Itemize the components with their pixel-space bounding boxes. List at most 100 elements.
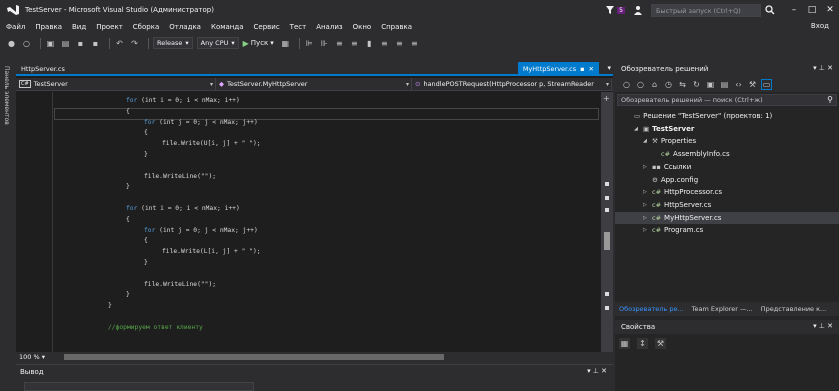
expand-arrow-icon[interactable]: ▷ [643,202,649,208]
solution-tree-item[interactable]: ▷ c# HttpProcessor.cs [643,186,722,198]
expand-arrow-icon[interactable]: ◢ [634,126,640,132]
menu-item[interactable]: Проект [96,23,123,31]
project-navigation-select[interactable]: C# TestServer ▾ [16,78,216,90]
bottom-tool-tab[interactable]: Обозреватель ре... [615,302,688,316]
menu-item[interactable]: Сервис [254,23,280,31]
start-button[interactable]: ▶ Пуск ▾ [243,39,274,48]
expand-arrow-icon[interactable]: ▷ [643,189,649,195]
categorized-icon[interactable]: ▦ [619,337,630,349]
collapse-all-icon[interactable]: ▣ [705,79,716,90]
expand-arrow-icon[interactable]: ▷ [643,164,649,170]
save-all-icon[interactable]: ▪ [90,38,101,49]
new-project-icon[interactable]: ▣ [45,38,56,49]
browser-link-icon[interactable]: ▦ [280,38,291,49]
step-over-icon[interactable]: ⊪ [319,38,330,49]
solution-tree-item[interactable]: ▷ c# MyHttpServer.cs [615,211,839,224]
solution-platform-select[interactable]: Any CPU ▾ [196,37,239,49]
toolbox-label[interactable]: Панель элементов [3,66,10,125]
forward-icon[interactable]: ○ [635,79,646,90]
menu-item[interactable]: Окно [353,23,372,31]
menu-item[interactable]: Сборка [133,23,159,31]
menu-item[interactable]: Отладка [169,23,201,31]
properties-controls[interactable]: ▾ ⊥ ✕ [813,322,833,330]
next-bookmark-icon[interactable]: ≡ [394,38,405,49]
menu-item[interactable]: Анализ [316,23,342,31]
quick-launch-input[interactable]: Быстрый запуск (Ctrl+Q) [651,3,761,17]
zoom-level-select[interactable]: 100 % ▾ [16,353,52,361]
toolbar-separator [109,37,110,49]
pin-icon[interactable]: ▪ [580,65,584,73]
bookmark-icon[interactable]: ▮ [364,38,375,49]
menu-item[interactable]: Справка [381,23,412,31]
solution-tree-item[interactable]: ▷ c# Program.cs [643,224,703,236]
code-text-area[interactable]: for (int i = 0; i < nMax; i++){for (int … [16,92,601,352]
solution-tree-item[interactable]: ▷ c# HttpServer.cs [643,199,711,211]
quick-launch-search-icon[interactable] [765,5,775,15]
solution-explorer-toolbar: ○ ○ ⌂ ◷ ⇆ ↻ ▣ ▤ ‹› ⚒ ▭ [615,76,839,92]
expand-arrow-icon[interactable]: ▷ [643,227,649,233]
output-source-select[interactable] [24,381,254,391]
sync-icon[interactable]: ⇆ [677,79,688,90]
property-pages-icon[interactable]: ⚒ [655,337,666,349]
solution-tree-item[interactable]: ◢ ⚒ Properties [643,135,696,147]
search-icon[interactable]: ⚲ [827,95,833,104]
back-navigate-icon[interactable]: ● [6,38,17,49]
member-navigation-select[interactable]: ⊙ handlePOSTRequest(HttpProcessor p, Str… [412,78,612,90]
alphabetical-icon[interactable]: ↕ [637,337,648,349]
expand-arrow-icon[interactable]: ◢ [643,138,649,144]
bottom-tool-tab[interactable]: Team Explorer —... [688,302,757,316]
chevron-down-icon: ▾ [209,80,213,88]
solution-search-input[interactable]: Обозреватель решений — поиск (Ctrl+ж) ⚲ [617,94,837,106]
prev-bookmark-icon[interactable]: ≡ [379,38,390,49]
type-navigation-select[interactable]: ◆ TestServer.MyHttpServer ▾ [216,78,412,90]
clear-bookmarks-icon[interactable]: ≡ [409,38,420,49]
output-panel-controls[interactable]: ▾ ⊥ ✕ [587,367,607,375]
toolbox-strip[interactable]: Панель элементов [0,62,14,372]
notification-flag-icon[interactable] [605,5,615,15]
solution-tree-item[interactable]: c# AssemblyInfo.cs [652,148,730,160]
show-all-files-icon[interactable]: ▤ [719,79,730,90]
back-icon[interactable]: ○ [621,79,632,90]
expand-arrow-icon[interactable]: ▷ [643,215,649,221]
save-icon[interactable]: ▪ [75,38,86,49]
pending-changes-filter-icon[interactable]: ◷ [663,79,674,90]
menu-item[interactable]: Команда [211,23,244,31]
uncomment-icon[interactable]: ≡ [349,38,360,49]
properties-wrench-icon[interactable]: ⚒ [747,79,758,90]
solution-tree-item[interactable]: ⚙ App.config [643,174,698,186]
sign-in-link[interactable]: Вход [811,22,829,30]
tab-myhttpserver[interactable]: MyHttpServer.cs ▪ ✕ [517,62,599,76]
undo-icon[interactable]: ↶ [114,38,125,49]
menu-item[interactable]: Правка [35,23,62,31]
solution-tree-item[interactable]: ▭ Решение "TestServer" (проектов: 1) [625,110,772,122]
solution-explorer-controls[interactable]: ▾ ⊥ ✕ [813,64,833,72]
preview-selected-icon[interactable]: ▭ [761,78,772,90]
solution-configuration-select[interactable]: Release ▾ [153,37,193,49]
feedback-person-icon[interactable] [633,5,643,15]
bottom-tool-tab[interactable]: Представление к... [757,302,831,316]
minimize-button[interactable]: – [785,3,803,17]
notification-count-badge[interactable]: 5 [617,6,625,14]
menu-item[interactable]: Файл [6,23,25,31]
tab-list-dropdown-icon[interactable]: ▾ [607,64,611,72]
solution-tree-item[interactable]: ▷ ▪▪ Ссылки [643,161,691,173]
menu-item[interactable]: Тест [290,23,307,31]
home-icon[interactable]: ⌂ [649,79,660,90]
redo-icon[interactable]: ↷ [129,38,140,49]
view-code-icon[interactable]: ‹› [733,79,744,90]
open-file-icon[interactable]: ▤ [60,38,71,49]
refresh-icon[interactable]: ↻ [691,79,702,90]
forward-navigate-icon[interactable]: ○ [21,38,32,49]
tab-httpserver[interactable]: HttpServer.cs [16,62,70,76]
step-into-icon[interactable]: ⊫ [304,38,315,49]
comment-out-icon[interactable]: ≡ [334,38,345,49]
scrollbar-thumb[interactable] [604,232,610,250]
editor-vertical-scrollbar[interactable]: + [601,92,613,354]
split-editor-icon[interactable]: + [603,94,610,103]
menu-item[interactable]: Вид [72,23,86,31]
solution-tree-item[interactable]: ◢ ▣ TestServer [634,123,694,135]
editor-horizontal-scrollbar[interactable] [64,354,444,360]
maximize-button[interactable]: □ [803,3,821,17]
close-button[interactable]: ✕ [821,3,839,17]
close-tab-icon[interactable]: ✕ [589,65,594,73]
